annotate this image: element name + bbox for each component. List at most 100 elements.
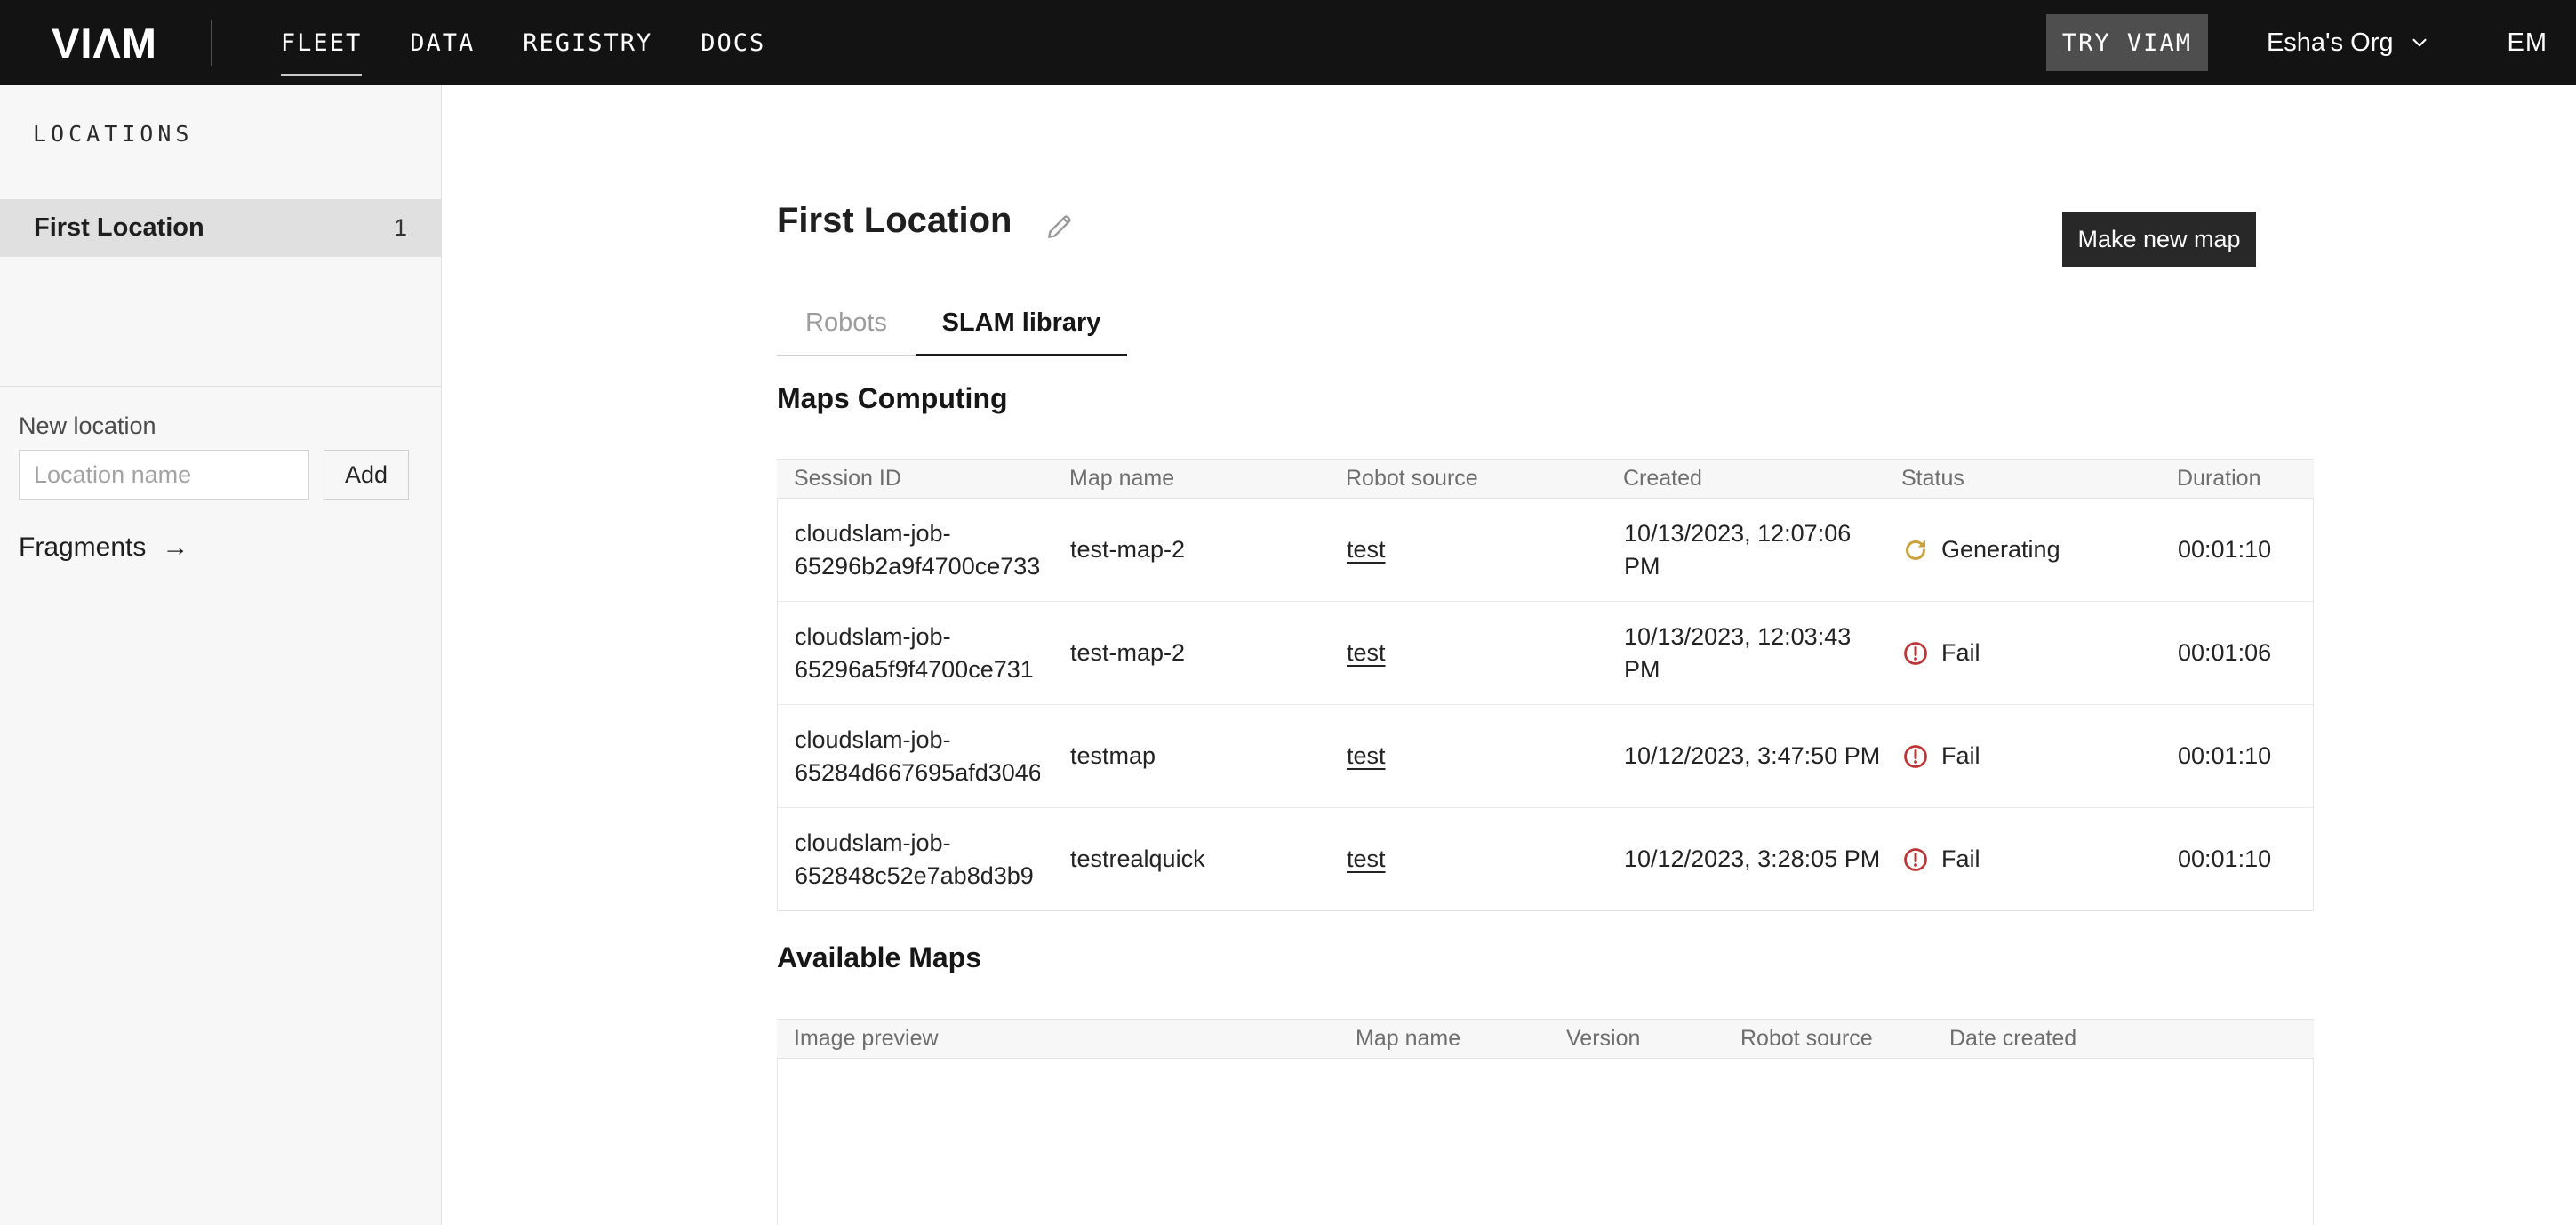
created-text: 10/12/2023, 3:28:05 PM — [1624, 843, 1884, 876]
column-header-date-created: Date created — [1932, 1026, 2314, 1052]
org-switcher[interactable]: Esha's Org — [2267, 28, 2431, 58]
map-name-text: testmap — [1070, 742, 1156, 769]
viam-logo[interactable]: VIΛM — [52, 19, 157, 68]
column-header-duration: Duration — [2160, 466, 2314, 492]
available-maps-empty-body — [777, 1059, 2314, 1225]
map-name-text: test-map-2 — [1070, 639, 1185, 666]
available-maps-table: Image preview Map name Version Robot sou… — [777, 1019, 2314, 1225]
robot-source-link[interactable]: test — [1347, 845, 1386, 872]
locations-sidebar: LOCATIONS First Location 1 New location … — [0, 85, 442, 1225]
add-location-button[interactable]: Add — [324, 450, 409, 500]
session-id-text: cloudslam-job-652848c52e7ab8d3b9 — [795, 827, 1040, 893]
status-cell: Generating — [1885, 533, 2161, 566]
status-cell: Fail — [1885, 740, 2161, 773]
maps-computing-table: Session ID Map name Robot source Created… — [777, 459, 2314, 911]
duration-cell: 00:01:06 — [2161, 637, 2313, 669]
column-header-session-id: Session ID — [777, 466, 1052, 492]
make-new-map-button[interactable]: Make new map — [2062, 212, 2256, 267]
primary-nav: FLEET DATA REGISTRY DOCS — [281, 29, 765, 57]
created-cell: 10/12/2023, 3:28:05 PM — [1607, 843, 1885, 876]
map-name-text: testrealquick — [1070, 845, 1205, 872]
new-location-label: New location — [19, 412, 156, 440]
fail-icon — [1902, 743, 1929, 770]
nav-fleet[interactable]: FLEET — [281, 29, 362, 57]
location-item-first-location[interactable]: First Location 1 — [0, 199, 441, 257]
page-title: First Location — [777, 201, 1012, 241]
edit-location-name-button[interactable] — [1040, 208, 1079, 247]
fail-icon — [1902, 846, 1929, 873]
try-viam-button[interactable]: TRY VIAM — [2046, 14, 2208, 71]
table-row: cloudslam-job-65296b2a9f4700ce733 test-m… — [778, 499, 2313, 602]
session-id-text: cloudslam-job-65296b2a9f4700ce733 — [795, 517, 1040, 583]
created-cell: 10/13/2023, 12:03:43 PM — [1607, 621, 1885, 686]
column-header-map-name: Map name — [1052, 466, 1329, 492]
location-tabs: Robots SLAM library — [777, 308, 1127, 356]
available-maps-heading: Available Maps — [777, 941, 981, 974]
session-id-cell: cloudslam-job-65296a5f9f4700ce731 — [778, 621, 1053, 686]
robot-source-cell: test — [1330, 533, 1607, 566]
tab-slam-library[interactable]: SLAM library — [916, 308, 1127, 356]
robot-source-link[interactable]: test — [1347, 639, 1386, 666]
topbar-divider — [211, 20, 212, 66]
table-row: cloudslam-job-652848c52e7ab8d3b9 testrea… — [778, 808, 2313, 911]
org-name: Esha's Org — [2267, 28, 2394, 58]
available-maps-table-header: Image preview Map name Version Robot sou… — [777, 1019, 2314, 1059]
session-id-cell: cloudslam-job-65284d667695afd3046 — [778, 724, 1053, 789]
location-name: First Location — [34, 213, 204, 243]
session-id-text: cloudslam-job-65296a5f9f4700ce731 — [795, 621, 1040, 686]
generating-icon — [1902, 537, 1929, 564]
user-menu[interactable]: EM — [2508, 28, 2548, 58]
map-name-text: test-map-2 — [1070, 536, 1185, 563]
robot-source-cell: test — [1330, 637, 1607, 669]
status-text: Fail — [1941, 637, 1980, 669]
column-header-robot-source: Robot source — [1724, 1026, 1932, 1052]
session-id-text: cloudslam-job-65284d667695afd3046 — [795, 724, 1040, 789]
status-text: Fail — [1941, 843, 1980, 876]
table-row: cloudslam-job-65284d667695afd3046 testma… — [778, 705, 2313, 808]
column-header-map-name: Map name — [1339, 1026, 1549, 1052]
location-robot-count: 1 — [394, 214, 407, 242]
session-id-cell: cloudslam-job-652848c52e7ab8d3b9 — [778, 827, 1053, 893]
robot-source-link[interactable]: test — [1347, 536, 1386, 563]
table-row: cloudslam-job-65296a5f9f4700ce731 test-m… — [778, 602, 2313, 705]
app-window: VIΛM FLEET DATA REGISTRY DOCS TRY VIAM E… — [0, 0, 2576, 1225]
nav-docs[interactable]: DOCS — [700, 29, 765, 57]
maps-computing-table-header: Session ID Map name Robot source Created… — [777, 459, 2314, 499]
column-header-robot-source: Robot source — [1329, 466, 1606, 492]
column-header-version: Version — [1549, 1026, 1724, 1052]
status-text: Fail — [1941, 740, 1980, 773]
fragments-link[interactable]: Fragments → — [19, 532, 188, 563]
map-name-cell: testrealquick — [1053, 843, 1330, 876]
top-nav-bar: VIΛM FLEET DATA REGISTRY DOCS TRY VIAM E… — [0, 0, 2576, 85]
created-text: 10/12/2023, 3:47:50 PM — [1624, 740, 1884, 773]
nav-registry[interactable]: REGISTRY — [523, 29, 652, 57]
duration-text: 00:01:10 — [2178, 742, 2271, 769]
sidebar-divider — [0, 386, 441, 387]
duration-cell: 00:01:10 — [2161, 843, 2313, 876]
duration-text: 00:01:06 — [2178, 639, 2271, 666]
fragments-label: Fragments — [19, 532, 146, 563]
map-name-cell: test-map-2 — [1053, 533, 1330, 566]
robot-source-link[interactable]: test — [1347, 742, 1386, 769]
status-cell: Fail — [1885, 843, 2161, 876]
maps-computing-table-body: cloudslam-job-65296b2a9f4700ce733 test-m… — [777, 499, 2314, 911]
created-cell: 10/13/2023, 12:07:06 PM — [1607, 517, 1885, 583]
created-text: 10/13/2023, 12:03:43 PM — [1624, 621, 1884, 686]
robot-source-cell: test — [1330, 843, 1607, 876]
map-name-cell: test-map-2 — [1053, 637, 1330, 669]
sidebar-heading: LOCATIONS — [33, 121, 193, 147]
duration-text: 00:01:10 — [2178, 536, 2271, 563]
map-name-cell: testmap — [1053, 740, 1330, 773]
arrow-right-icon: → — [162, 532, 188, 563]
column-header-status: Status — [1884, 466, 2160, 492]
new-location-input[interactable] — [19, 450, 309, 500]
fail-icon — [1902, 640, 1929, 667]
maps-computing-heading: Maps Computing — [777, 382, 1008, 415]
nav-data[interactable]: DATA — [410, 29, 475, 57]
robot-source-cell: test — [1330, 740, 1607, 773]
duration-cell: 00:01:10 — [2161, 533, 2313, 566]
duration-text: 00:01:10 — [2178, 845, 2271, 872]
tab-robots[interactable]: Robots — [777, 308, 916, 356]
status-cell: Fail — [1885, 637, 2161, 669]
created-cell: 10/12/2023, 3:47:50 PM — [1607, 740, 1885, 773]
